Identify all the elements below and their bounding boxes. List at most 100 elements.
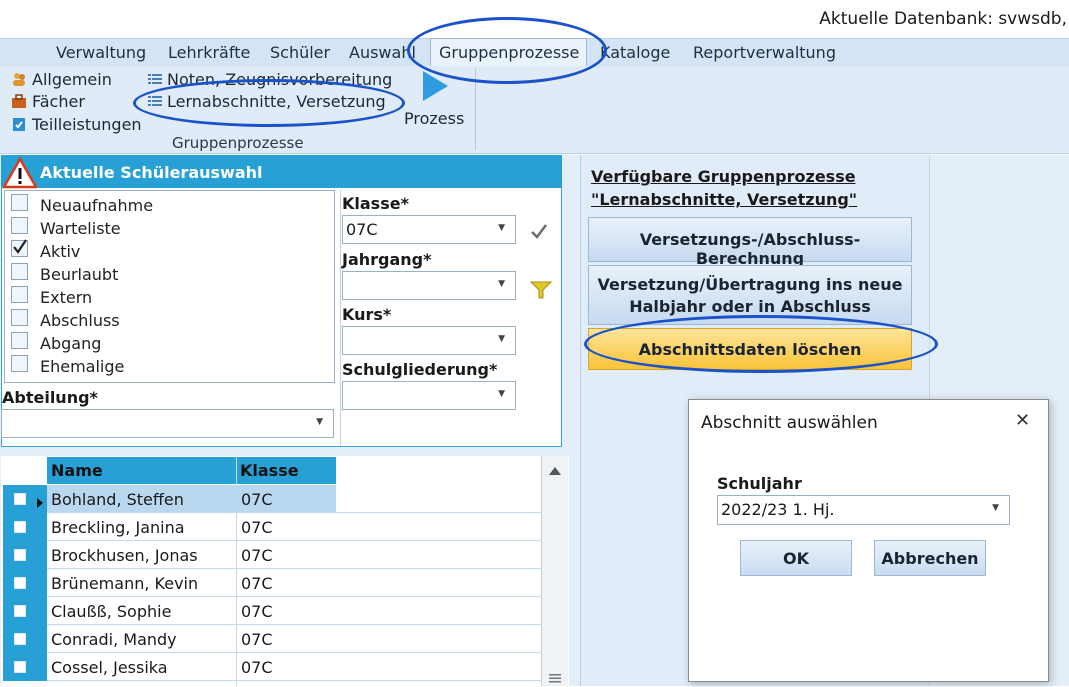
cell-name[interactable]: Brockhusen, Jonas (51, 546, 198, 565)
section-dialog: Abschnitt auswählen ✕ Schuljahr 2022/23 … (688, 399, 1049, 682)
schulgliederung-label: Schulgliederung* (342, 360, 498, 379)
abteilung-combo[interactable]: ▼ (1, 409, 334, 438)
clipboard-icon (11, 116, 27, 132)
status-checkbox[interactable] (11, 217, 28, 234)
cell-name[interactable]: Brünemann, Kevin (51, 574, 198, 593)
row-checkbox[interactable] (14, 521, 26, 533)
menu-lehrkraefte[interactable]: Lehrkräfte (168, 43, 250, 62)
status-label: Abgang (40, 334, 102, 353)
jahrgang-combo[interactable]: ▼ (342, 271, 516, 300)
status-label: Abschluss (40, 311, 120, 330)
cell-klasse[interactable]: 07C (241, 630, 273, 649)
chevron-down-icon: ▼ (498, 223, 505, 233)
row-divider (47, 540, 541, 541)
row-divider (47, 512, 541, 513)
abteilung-label: Abteilung* (2, 388, 98, 407)
status-checkbox[interactable] (11, 239, 28, 257)
versetzung-berechnung-button[interactable]: Versetzungs-/Abschluss-Berechnung (588, 217, 912, 268)
status-label: Neuaufnahme (40, 196, 154, 215)
status-label: Extern (40, 288, 93, 307)
check-icon[interactable] (530, 223, 548, 243)
database-label: Aktuelle Datenbank: svwsdb, (819, 9, 1067, 29)
status-label: Ehemalige (40, 357, 125, 376)
cell-name[interactable]: Bohland, Steffen (51, 490, 184, 509)
abschnittsdaten-loeschen-button[interactable]: Abschnittsdaten löschen (588, 328, 912, 370)
ribbon-teilleistungen[interactable]: Teilleistungen (32, 115, 142, 134)
menu-verwaltung[interactable]: Verwaltung (56, 43, 146, 62)
klasse-combo[interactable]: 07C ▼ (342, 215, 516, 244)
jahrgang-label: Jahrgang* (342, 250, 432, 269)
selection-title: Aktuelle Schülerauswahl (40, 163, 263, 182)
ribbon-faecher[interactable]: Fächer (32, 92, 85, 111)
row-checkbox[interactable] (14, 661, 26, 673)
column-header-klasse[interactable]: Klasse (240, 461, 299, 480)
kurs-label: Kurs* (342, 305, 392, 324)
row-divider (47, 568, 541, 569)
cell-klasse[interactable]: 07C (241, 518, 273, 537)
cell-name[interactable]: Breckling, Janina (51, 518, 185, 537)
ribbon-lernabschnitte[interactable]: Lernabschnitte, Versetzung (167, 92, 386, 111)
cell-klasse[interactable]: 07C (241, 602, 273, 621)
filter-icon[interactable] (529, 280, 553, 304)
warning-icon (1, 156, 39, 189)
row-divider (47, 624, 541, 625)
scroll-grip-icon[interactable] (549, 668, 561, 687)
ribbon-prozess[interactable]: Prozess (404, 109, 464, 128)
chevron-down-icon: ▼ (498, 389, 505, 399)
chevron-down-icon: ▼ (316, 417, 323, 427)
status-checkbox[interactable] (11, 309, 28, 326)
row-checkbox[interactable] (14, 577, 26, 589)
scroll-up-icon[interactable] (548, 461, 562, 480)
menu-reportverwaltung[interactable]: Reportverwaltung (693, 43, 836, 62)
chevron-down-icon: ▼ (498, 279, 505, 289)
schulgliederung-combo[interactable]: ▼ (342, 381, 516, 410)
cell-klasse[interactable]: 07C (241, 574, 273, 593)
grid-scrollbar[interactable] (541, 456, 568, 686)
cell-klasse[interactable]: 07C (241, 658, 273, 677)
cell-name[interactable]: Claußß, Sophie (51, 602, 171, 621)
status-label: Beurlaubt (40, 265, 119, 284)
ribbon-group-label: Gruppenprozesse (172, 134, 304, 152)
cell-klasse[interactable]: 07C (241, 490, 273, 509)
ribbon-noten-zeugnis[interactable]: Noten, Zeugnisvorbereitung (167, 70, 392, 89)
schuljahr-combo[interactable]: 2022/23 1. Hj. ▼ (717, 495, 1010, 525)
menu-kataloge[interactable]: Kataloge (600, 43, 670, 62)
row-checkbox[interactable] (14, 633, 26, 645)
dialog-title: Abschnitt auswählen (701, 413, 878, 433)
list-icon (147, 71, 163, 87)
cell-klasse[interactable]: 07C (241, 546, 273, 565)
chevron-down-icon: ▼ (992, 503, 999, 513)
ok-button[interactable]: OK (740, 540, 852, 576)
briefcase-icon (11, 93, 27, 109)
play-icon[interactable] (421, 70, 449, 102)
row-checkbox[interactable] (14, 493, 26, 505)
status-checkbox[interactable] (11, 194, 28, 211)
status-checkbox[interactable] (11, 332, 28, 349)
status-label: Aktiv (40, 242, 81, 261)
process-title: Verfügbare Gruppenprozesse (591, 167, 856, 186)
row-divider (47, 652, 541, 653)
klasse-label: Klasse* (342, 194, 409, 213)
cell-name[interactable]: Conradi, Mandy (51, 630, 177, 649)
status-checkbox[interactable] (11, 263, 28, 280)
chevron-down-icon: ▼ (498, 334, 505, 344)
row-checkbox[interactable] (14, 605, 26, 617)
title-bar: Aktuelle Datenbank: svwsdb, (0, 0, 1069, 38)
list-icon (147, 93, 163, 109)
status-checkbox[interactable] (11, 286, 28, 303)
cell-name[interactable]: Cossel, Jessika (51, 658, 168, 677)
status-label: Warteliste (40, 219, 121, 238)
menu-schueler[interactable]: Schüler (270, 43, 330, 62)
row-checkbox[interactable] (14, 549, 26, 561)
column-header-name[interactable]: Name (51, 461, 103, 480)
close-icon[interactable]: ✕ (1015, 410, 1030, 431)
menu-auswahl[interactable]: Auswahl (349, 43, 416, 62)
cancel-button[interactable]: Abbrechen (874, 540, 986, 576)
menu-gruppenprozesse[interactable]: Gruppenprozesse (439, 43, 579, 62)
status-checkbox[interactable] (11, 355, 28, 372)
people-icon (11, 71, 27, 87)
ribbon-allgemein[interactable]: Allgemein (32, 70, 112, 89)
kurs-combo[interactable]: ▼ (342, 326, 516, 355)
row-divider (47, 680, 541, 681)
versetzung-uebertragung-button[interactable]: Versetzung/Übertragung ins neue Halbjahr… (588, 265, 912, 325)
